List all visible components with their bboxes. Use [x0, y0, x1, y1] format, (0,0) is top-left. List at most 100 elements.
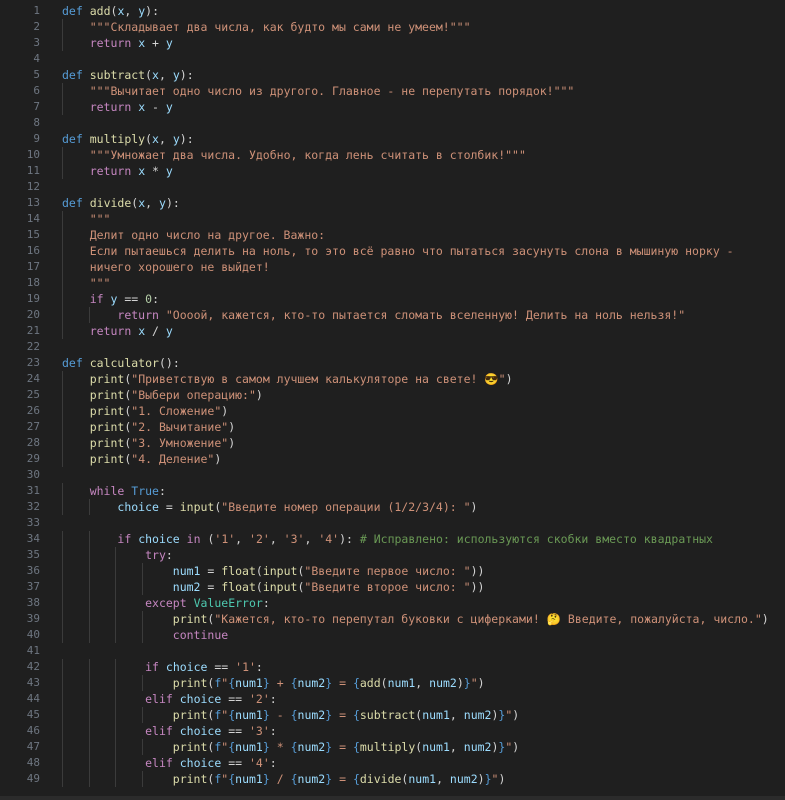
- code-line[interactable]: 9 def multiply(x, y):: [0, 131, 785, 147]
- line-number: 12: [26, 180, 40, 193]
- line-number: 28: [26, 436, 40, 449]
- code-line[interactable]: 8: [0, 115, 785, 131]
- code-text: if y == 0:: [89, 292, 160, 306]
- code-line[interactable]: 19 if y == 0:: [0, 291, 785, 307]
- code-line[interactable]: 26 print("1. Сложение"): [0, 403, 785, 419]
- code-text: print("3. Умножение"): [89, 436, 236, 450]
- code-line[interactable]: 7 return x - y: [0, 99, 785, 115]
- code-text: print("4. Деление"): [89, 452, 222, 466]
- code-line[interactable]: 35 try:: [0, 547, 785, 563]
- code-line[interactable]: 32 choice = input("Введите номер операци…: [0, 499, 785, 515]
- code-text: def divide(x, y):: [62, 196, 180, 210]
- code-line[interactable]: 41: [0, 643, 785, 659]
- horizontal-scrollbar[interactable]: [0, 796, 785, 800]
- line-number: 41: [26, 644, 40, 657]
- code-line[interactable]: 3 return x + y: [0, 35, 785, 51]
- line-number: 7: [33, 100, 40, 113]
- code-editor[interactable]: 1 def add(x, y): 2 """Складывает два числа…: [0, 0, 785, 800]
- code-line[interactable]: 34 if choice in ('1', '2', '3', '4'): # …: [0, 531, 785, 547]
- code-line[interactable]: 10 """Умножает два числа. Удобно, когда …: [0, 147, 785, 163]
- line-number: 20: [26, 308, 40, 321]
- code-text: print("Кажется, кто-то перепутал буковки…: [172, 612, 769, 626]
- code-line[interactable]: 6 """Вычитает одно число из другого. Гла…: [0, 83, 785, 99]
- code-line[interactable]: 38 except ValueError:: [0, 595, 785, 611]
- code-line[interactable]: 1 def add(x, y):: [0, 3, 785, 19]
- line-number: 15: [26, 228, 40, 241]
- code-line[interactable]: 24 print("Приветствую в самом лучшем кал…: [0, 371, 785, 387]
- code-line[interactable]: 44 elif choice == '2':: [0, 691, 785, 707]
- line-number: 42: [26, 660, 40, 673]
- code-line[interactable]: 20 return "Оооой, кажется, кто-то пытает…: [0, 307, 785, 323]
- code-text: num2 = float(input("Введите второе число…: [172, 580, 485, 594]
- code-text: def multiply(x, y):: [62, 132, 194, 146]
- code-text: print(f"{num1} / {num2} = {divide(num1, …: [172, 772, 506, 786]
- code-line[interactable]: 23 def calculator():: [0, 355, 785, 371]
- code-text: elif choice == '2':: [145, 692, 277, 706]
- code-line[interactable]: 5 def subtract(x, y):: [0, 67, 785, 83]
- code-line[interactable]: 37 num2 = float(input("Введите второе чи…: [0, 579, 785, 595]
- code-line[interactable]: 49 print(f"{num1} / {num2} = {divide(num…: [0, 771, 785, 787]
- code-line[interactable]: 31 while True:: [0, 483, 785, 499]
- line-number: 48: [26, 756, 40, 769]
- code-line[interactable]: 48 elif choice == '4':: [0, 755, 785, 771]
- code-text: return x + y: [89, 36, 173, 50]
- line-number: 49: [26, 772, 40, 785]
- line-number: 22: [26, 340, 40, 353]
- code-line[interactable]: 21 return x / y: [0, 323, 785, 339]
- code-line[interactable]: 14 """: [0, 211, 785, 227]
- code-text: Делит одно число на другое. Важно:: [62, 228, 326, 242]
- line-number: 40: [26, 628, 40, 641]
- line-number: 45: [26, 708, 40, 721]
- code-line[interactable]: 45 print(f"{num1} - {num2} = {subtract(n…: [0, 707, 785, 723]
- code-text: elif choice == '3':: [145, 724, 277, 738]
- code-line[interactable]: 30: [0, 467, 785, 483]
- line-number: 1: [33, 4, 40, 17]
- code-text: print(f"{num1} + {num2} = {add(num1, num…: [172, 676, 485, 690]
- line-number: 43: [26, 676, 40, 689]
- code-line[interactable]: 12: [0, 179, 785, 195]
- code-line[interactable]: 43 print(f"{num1} + {num2} = {add(num1, …: [0, 675, 785, 691]
- code-text: print("Выбери операцию:"): [89, 388, 263, 402]
- code-text: Если пытаешься делить на ноль, то это вс…: [62, 244, 734, 258]
- code-line[interactable]: 15 Делит одно число на другое. Важно:: [0, 227, 785, 243]
- code-line[interactable]: 40 continue: [0, 627, 785, 643]
- code-line[interactable]: 17 ничего хорошего не выйдет!: [0, 259, 785, 275]
- code-line[interactable]: 16 Если пытаешься делить на ноль, то это…: [0, 243, 785, 259]
- code-text: print("Приветствую в самом лучшем кальку…: [89, 372, 513, 386]
- code-text: except ValueError:: [145, 596, 270, 610]
- code-text: def calculator():: [62, 356, 180, 370]
- code-line[interactable]: 42 if choice == '1':: [0, 659, 785, 675]
- code-text: """Складывает два числа, как будто мы са…: [89, 20, 471, 34]
- line-number: 25: [26, 388, 40, 401]
- code-line[interactable]: 47 print(f"{num1} * {num2} = {multiply(n…: [0, 739, 785, 755]
- code-text: while True:: [89, 484, 166, 498]
- code-line[interactable]: 4: [0, 51, 785, 67]
- code-text: return "Оооой, кажется, кто-то пытается …: [117, 308, 686, 322]
- code-text: choice = input("Введите номер операции (…: [117, 500, 478, 514]
- code-text: def subtract(x, y):: [62, 68, 194, 82]
- line-number: 24: [26, 372, 40, 385]
- code-text: elif choice == '4':: [145, 756, 277, 770]
- code-line[interactable]: 2 """Складывает два числа, как будто мы …: [0, 19, 785, 35]
- code-line[interactable]: 33: [0, 515, 785, 531]
- code-line[interactable]: 36 num1 = float(input("Введите первое чи…: [0, 563, 785, 579]
- line-number: 27: [26, 420, 40, 433]
- code-line[interactable]: 22: [0, 339, 785, 355]
- code-text: print(f"{num1} - {num2} = {subtract(num1…: [172, 708, 520, 722]
- line-number: 13: [26, 196, 40, 209]
- code-line[interactable]: 13 def divide(x, y):: [0, 195, 785, 211]
- code-line[interactable]: 18 """: [0, 275, 785, 291]
- code-line[interactable]: 46 elif choice == '3':: [0, 723, 785, 739]
- code-line[interactable]: 25 print("Выбери операцию:"): [0, 387, 785, 403]
- code-line[interactable]: 28 print("3. Умножение"): [0, 435, 785, 451]
- code-text: print(f"{num1} * {num2} = {multiply(num1…: [172, 740, 520, 754]
- code-line[interactable]: 39 print("Кажется, кто-то перепутал буко…: [0, 611, 785, 627]
- line-number: 38: [26, 596, 40, 609]
- line-number: 46: [26, 724, 40, 737]
- code-line[interactable]: 27 print("2. Вычитание"): [0, 419, 785, 435]
- line-number: 29: [26, 452, 40, 465]
- line-number: 31: [26, 484, 40, 497]
- code-line[interactable]: 11 return x * y: [0, 163, 785, 179]
- code-line[interactable]: 29 print("4. Деление"): [0, 451, 785, 467]
- code-text: return x / y: [89, 324, 173, 338]
